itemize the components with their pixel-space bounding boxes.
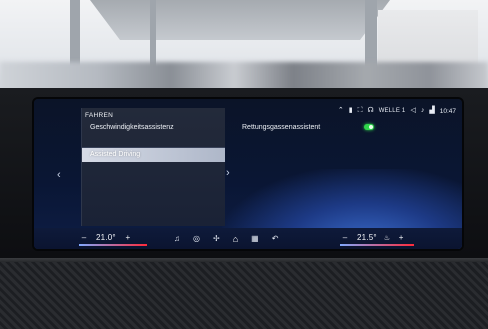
clock: 10:47 <box>439 107 456 115</box>
temp-right-indicator <box>340 244 414 246</box>
home-icon[interactable]: ⌂ <box>233 233 238 245</box>
phone-icon[interactable]: ▮ <box>349 107 353 115</box>
fan-icon[interactable]: ✢ <box>213 233 220 245</box>
menu-item-assisted-driving[interactable]: Assisted Driving <box>82 148 225 162</box>
connectivity-icon[interactable]: ⛶ <box>358 107 363 115</box>
back-icon[interactable]: ↶ <box>272 233 279 245</box>
menu-item-label: Geschwindigkeitsassistenz <box>90 124 174 131</box>
menu-item-speed-assist[interactable]: Geschwindigkeitsassistenz <box>82 121 225 135</box>
temp-increase-left-button[interactable]: + <box>123 233 133 242</box>
climate-bar: – 21.0° + ♫ ◎ ✢ ⌂ ▦ ↶ – 21.5° ♨ + <box>34 228 462 249</box>
climate-right: – 21.5° ♨ + <box>340 231 406 244</box>
volume-icon[interactable]: ◁ <box>410 107 415 115</box>
menu-header: FAHREN <box>85 112 114 119</box>
background-carport-roof <box>90 0 390 40</box>
radio-icon[interactable]: ☊ <box>367 107 373 115</box>
temp-decrease-left-button[interactable]: – <box>79 233 89 242</box>
infotainment-screen: ⌃ ▮ ⛶ ☊ WELLE 1 ◁ ♪ ▟ 10:47 ‹ › FAHREN G… <box>34 99 462 249</box>
signal-icon: ▟ <box>429 107 435 114</box>
navigation-icon[interactable]: ⌃ <box>338 107 344 115</box>
seat-heat-icon[interactable]: ♨ <box>384 234 390 242</box>
apps-icon[interactable]: ▦ <box>251 233 259 245</box>
menu-item-label: Assisted Driving <box>90 151 141 158</box>
temp-increase-right-button[interactable]: + <box>396 233 406 242</box>
chevron-left-icon[interactable]: ‹ <box>57 170 61 181</box>
carbon-fiber-trim <box>0 262 488 329</box>
temp-left[interactable]: 21.0° <box>96 233 116 242</box>
nav-icons: ♫ ◎ ✢ ⌂ ▦ ↶ <box>174 232 278 245</box>
temp-decrease-right-button[interactable]: – <box>340 233 350 242</box>
microphone-icon[interactable]: ♪ <box>421 107 425 115</box>
chevron-right-icon[interactable]: › <box>226 168 230 179</box>
menu-panel: FAHREN Geschwindigkeitsassistenz Assiste… <box>81 108 225 226</box>
media-icon[interactable]: ♫ <box>174 233 180 245</box>
vehicle-icon[interactable]: ◎ <box>193 233 200 245</box>
radio-station[interactable]: WELLE 1 <box>379 108 406 114</box>
setting-toggle[interactable] <box>364 124 374 130</box>
temp-left-indicator <box>79 244 147 246</box>
climate-left: – 21.0° + <box>79 231 133 244</box>
setting-label: Rettungsgassenassistent <box>242 124 321 131</box>
temp-right[interactable]: 21.5° <box>357 233 377 242</box>
status-bar: ⌃ ▮ ⛶ ☊ WELLE 1 ◁ ♪ ▟ 10:47 <box>338 105 456 117</box>
